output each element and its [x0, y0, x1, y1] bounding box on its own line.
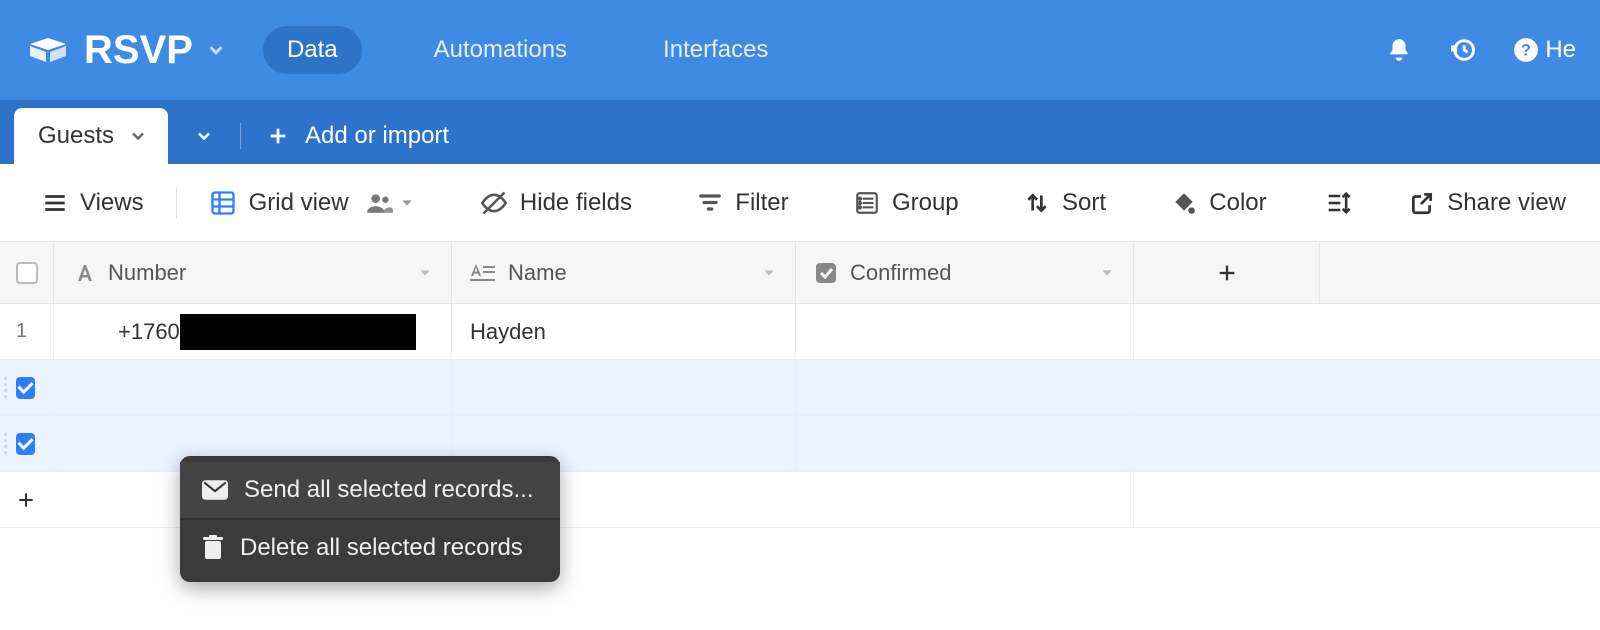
workspace-nav: Data Automations Interfaces — [263, 26, 793, 74]
cell-confirmed[interactable] — [796, 360, 1134, 415]
history-icon[interactable] — [1449, 36, 1477, 64]
field-label: Number — [108, 260, 186, 286]
group-label: Group — [892, 189, 959, 217]
row-checkbox[interactable] — [16, 377, 35, 399]
views-button[interactable]: Views — [28, 181, 158, 225]
field-header-number[interactable]: Number — [54, 242, 452, 303]
cell-confirmed[interactable] — [796, 304, 1134, 359]
context-item-label: Delete all selected records — [240, 534, 523, 562]
chevron-down-icon[interactable] — [761, 265, 777, 281]
field-header-name[interactable]: Name — [452, 242, 796, 303]
grid-icon — [209, 189, 237, 217]
plus-icon[interactable] — [0, 490, 54, 510]
drag-handle-icon[interactable] — [4, 377, 10, 398]
menu-icon — [42, 190, 68, 216]
context-item-label: Send all selected records... — [244, 476, 534, 504]
table-row[interactable] — [0, 360, 1600, 416]
select-all-cell[interactable] — [0, 242, 54, 303]
field-label: Confirmed — [850, 260, 951, 286]
chevron-down-icon[interactable] — [399, 195, 415, 211]
row-checkbox[interactable] — [16, 433, 35, 455]
grid-header-row: Number Name Confirmed — [0, 242, 1600, 304]
table-row[interactable]: 1 +1760 Hayden — [0, 304, 1600, 360]
app-header: RSVP Data Automations Interfaces ? He — [0, 0, 1600, 100]
row-select-cell[interactable] — [0, 416, 54, 471]
filter-label: Filter — [735, 189, 788, 217]
plus-icon — [267, 125, 289, 147]
sort-button[interactable]: Sort — [1010, 181, 1120, 225]
hide-fields-button[interactable]: Hide fields — [466, 181, 646, 225]
divider — [176, 188, 177, 218]
trash-icon — [202, 535, 224, 561]
cell-value: Hayden — [470, 319, 546, 345]
table-list-chevron-icon[interactable] — [168, 108, 240, 164]
chevron-down-icon[interactable] — [128, 126, 148, 146]
grid-view-label: Grid view — [249, 189, 349, 217]
sort-label: Sort — [1062, 189, 1106, 217]
context-send-records[interactable]: Send all selected records... — [180, 462, 560, 520]
add-or-import-button[interactable]: Add or import — [241, 108, 475, 164]
select-all-checkbox[interactable] — [16, 262, 38, 284]
table-tab-label: Guests — [38, 122, 114, 150]
group-icon — [854, 190, 880, 216]
chevron-down-icon[interactable] — [1099, 265, 1115, 281]
header-actions: ? He — [1385, 36, 1576, 64]
help-label: He — [1545, 36, 1576, 64]
long-text-field-icon — [470, 262, 496, 284]
table-tabs-bar: Guests Add or import — [0, 100, 1600, 164]
cell-confirmed[interactable] — [796, 416, 1134, 471]
base-menu-chevron-icon[interactable] — [205, 39, 227, 61]
text-field-icon — [72, 261, 96, 285]
cell-number[interactable] — [54, 360, 452, 415]
nav-tab-data[interactable]: Data — [263, 26, 362, 74]
hide-icon — [480, 189, 508, 217]
filter-icon — [697, 190, 723, 216]
hide-fields-label: Hide fields — [520, 189, 632, 217]
drag-handle-icon[interactable] — [4, 433, 10, 454]
group-button[interactable]: Group — [840, 181, 973, 225]
share-view-button[interactable]: Share view — [1395, 181, 1580, 225]
add-or-import-label: Add or import — [305, 122, 449, 150]
sort-icon — [1024, 190, 1050, 216]
nav-tab-interfaces[interactable]: Interfaces — [639, 26, 792, 74]
add-field-button[interactable] — [1134, 242, 1320, 303]
color-label: Color — [1209, 189, 1266, 217]
filter-button[interactable]: Filter — [683, 181, 802, 225]
cell-number[interactable]: +1760 — [54, 304, 452, 359]
people-icon — [367, 193, 393, 213]
help-icon[interactable]: ? He — [1513, 36, 1576, 64]
cell-name[interactable]: Hayden — [452, 304, 796, 359]
share-view-label: Share view — [1447, 189, 1566, 217]
base-name[interactable]: RSVP — [84, 28, 193, 73]
grid-view-button[interactable]: Grid view — [195, 181, 429, 225]
context-menu: Send all selected records... Delete all … — [180, 456, 560, 582]
chevron-down-icon[interactable] — [417, 265, 433, 281]
nav-tab-automations[interactable]: Automations — [410, 26, 591, 74]
table-tab-guests[interactable]: Guests — [14, 108, 168, 164]
checkbox-field-icon — [814, 261, 838, 285]
field-label: Name — [508, 260, 567, 286]
app-logo-icon[interactable] — [28, 38, 68, 62]
cell-name[interactable] — [452, 360, 796, 415]
row-height-icon — [1324, 189, 1352, 217]
share-icon — [1409, 190, 1435, 216]
notifications-icon[interactable] — [1385, 36, 1413, 64]
field-header-confirmed[interactable]: Confirmed — [796, 242, 1134, 303]
cell-value: +1760 — [54, 319, 180, 345]
row-number[interactable]: 1 — [0, 304, 54, 359]
row-height-button[interactable] — [1318, 181, 1358, 225]
view-toolbar: Views Grid view Hide fields Filter — [0, 164, 1600, 242]
mail-icon — [202, 480, 228, 500]
svg-text:?: ? — [1521, 41, 1531, 59]
context-delete-records[interactable]: Delete all selected records — [180, 520, 560, 576]
views-label: Views — [80, 189, 144, 217]
row-select-cell[interactable] — [0, 360, 54, 415]
redacted-block — [180, 314, 416, 350]
color-icon — [1171, 190, 1197, 216]
color-button[interactable]: Color — [1157, 181, 1280, 225]
